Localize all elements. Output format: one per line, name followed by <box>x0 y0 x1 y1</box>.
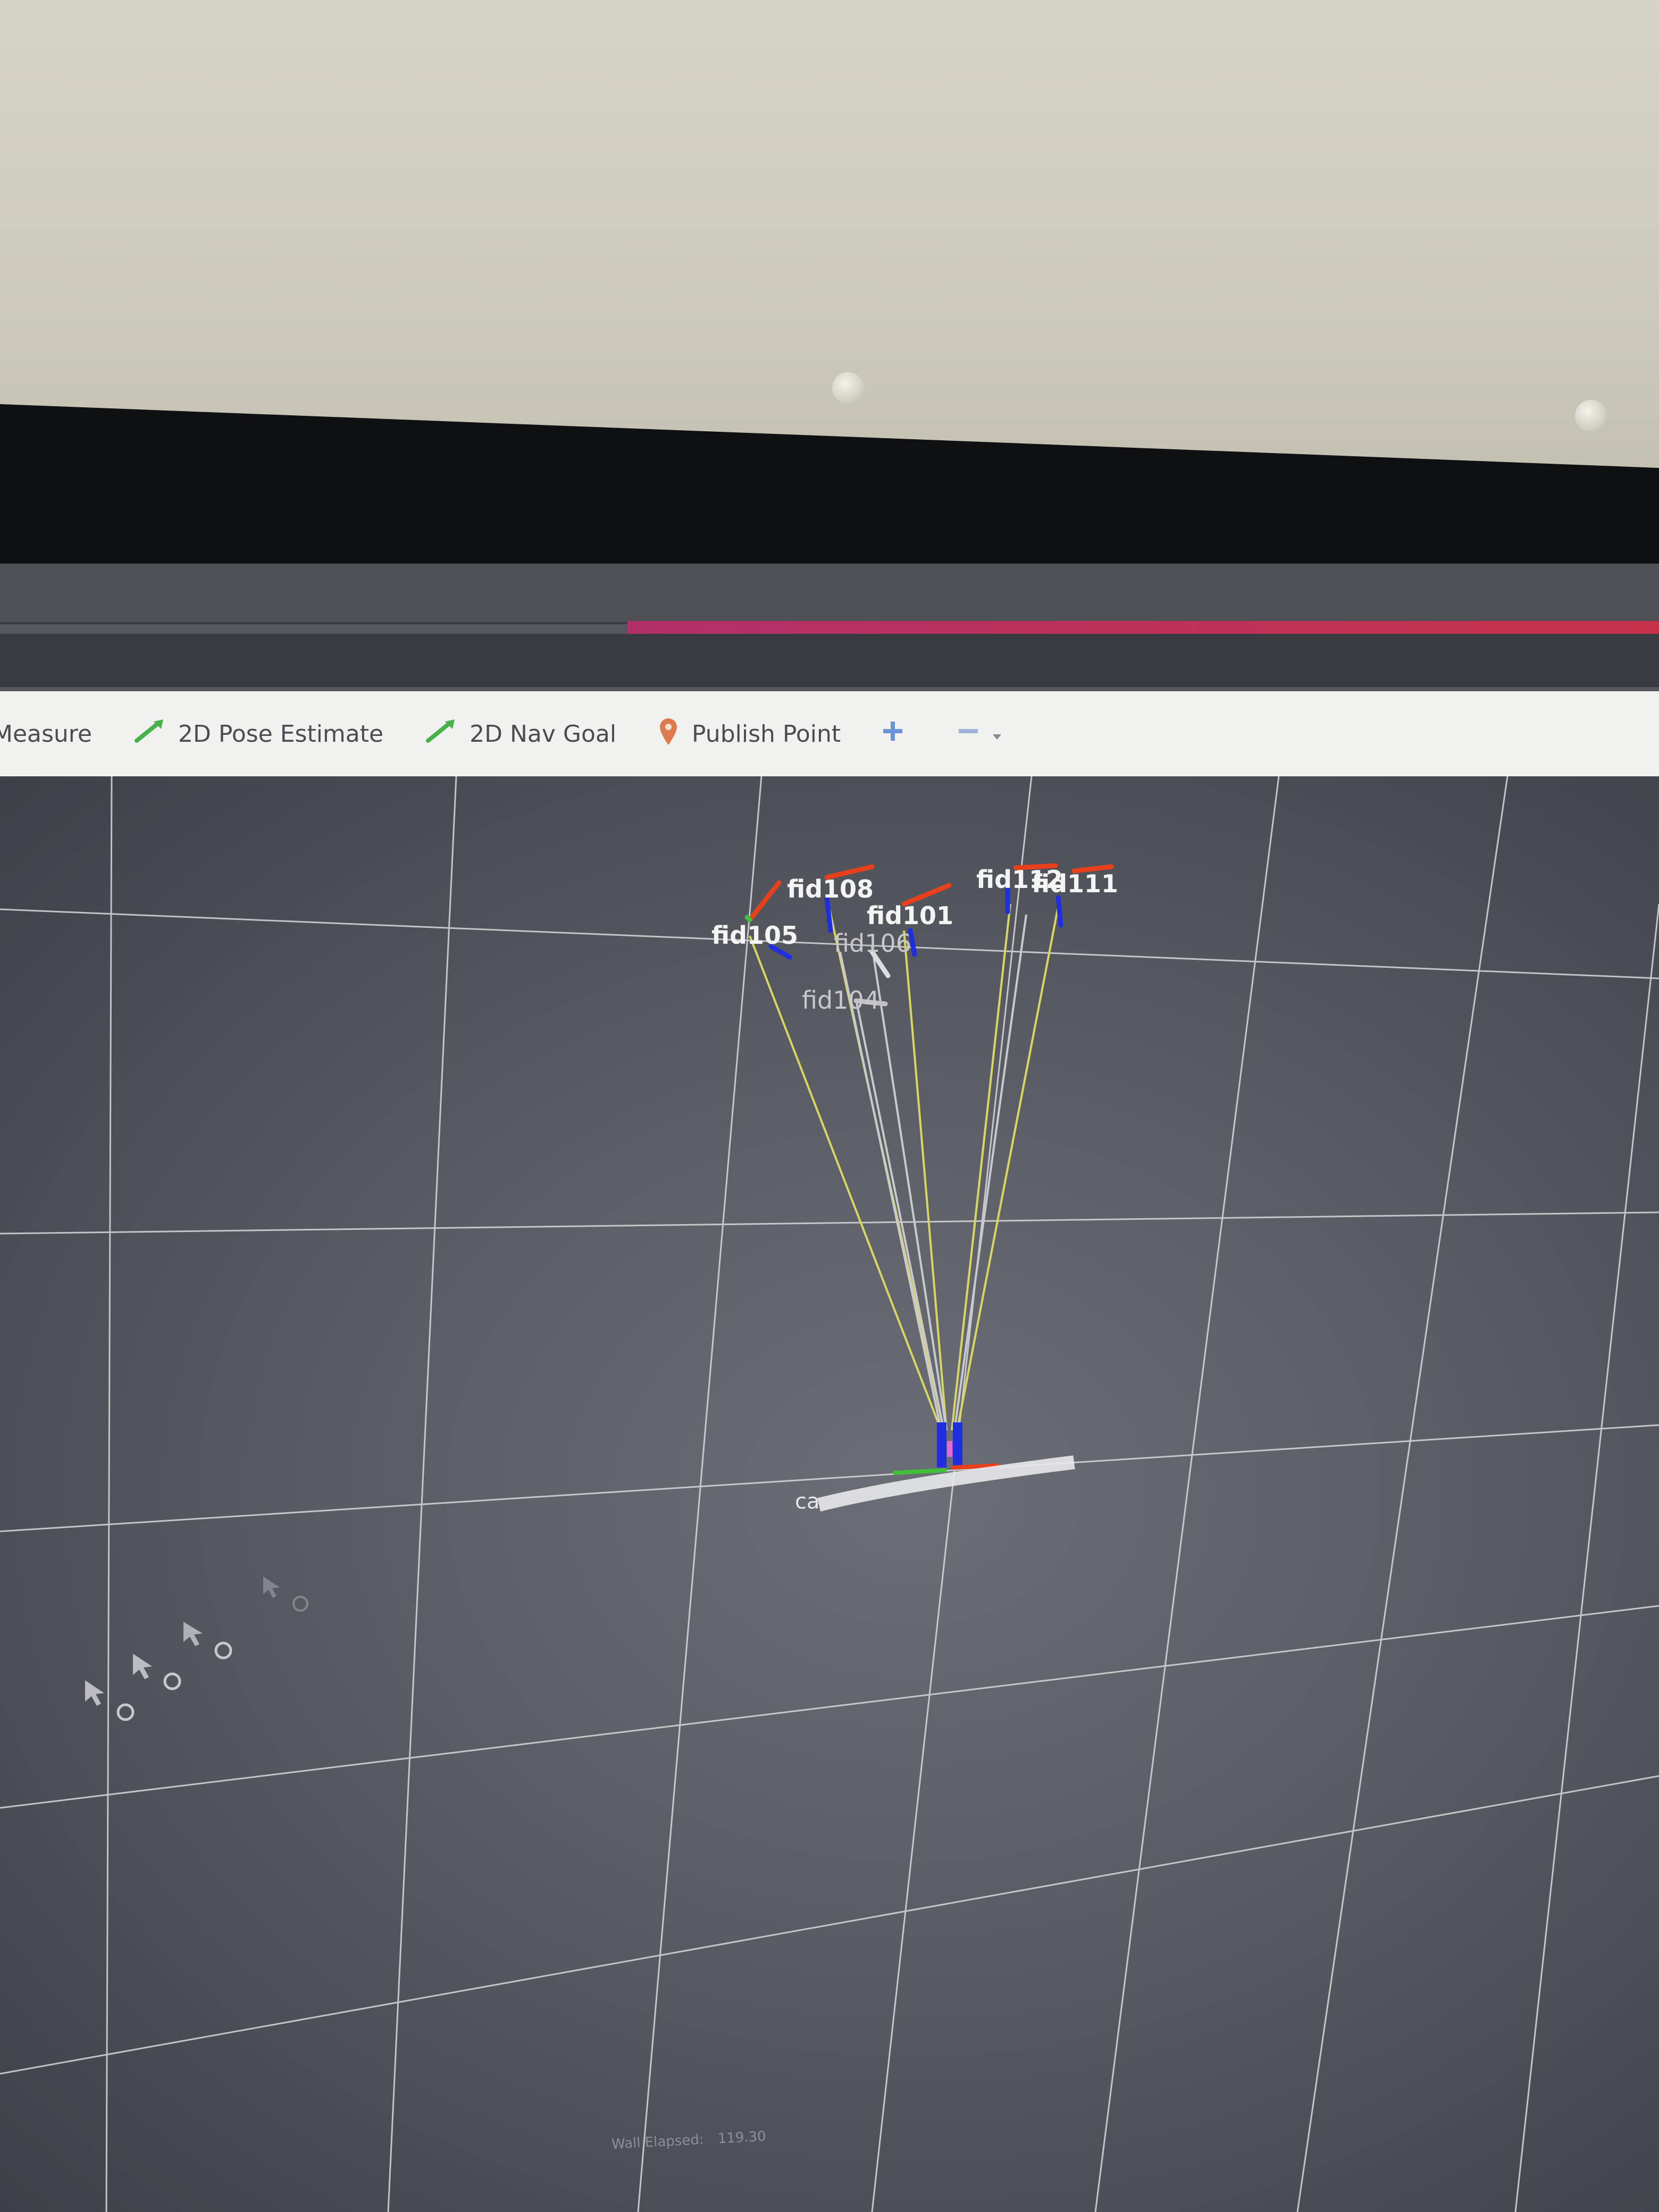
wall-screw <box>1575 400 1607 432</box>
camera-frame-label: ca <box>795 1489 820 1514</box>
marker-label-fid108: fid108 <box>787 875 874 903</box>
camera-frame: ca <box>795 1422 1075 1514</box>
3d-viewport[interactable]: fid108 fid105 fid101 fid106 fid104 fid11… <box>0 776 1659 2212</box>
marker-label-fid111: fid111 <box>1032 869 1118 898</box>
pose-estimate-tool[interactable]: 2D Pose Estimate <box>133 718 383 750</box>
publish-point-label: Publish Point <box>692 720 841 748</box>
remove-tool-button[interactable] <box>958 720 1015 748</box>
nav-goal-tool[interactable]: 2D Nav Goal <box>425 718 616 750</box>
wall-elapsed-value: 119.30 <box>717 2128 767 2147</box>
minus-icon <box>958 720 979 748</box>
green-arrow-icon <box>425 718 457 750</box>
map-pin-icon <box>658 716 679 752</box>
publish-point-tool[interactable]: Publish Point <box>658 716 841 752</box>
scene-canvas: fid108 fid105 fid101 fid106 fid104 fid11… <box>0 776 1659 2212</box>
green-arrow-icon <box>133 718 165 750</box>
add-tool-button[interactable] <box>882 720 916 748</box>
wall-screw <box>832 372 864 404</box>
window-top-bar <box>0 564 1659 624</box>
rviz-toolbar: Measure 2D Pose Estimate 2D Nav Goal Pub… <box>0 691 1659 778</box>
marker-label-fid106: fid106 <box>834 929 911 958</box>
ghost-cursors <box>85 1577 308 1721</box>
marker-label-fid105: fid105 <box>711 921 798 950</box>
measure-tool[interactable]: Measure <box>0 720 92 748</box>
detection-rays <box>749 903 1059 1431</box>
wall-background <box>0 0 1659 479</box>
window-accent-strip <box>627 621 1659 634</box>
window-title-strip <box>0 634 1659 687</box>
pose-estimate-label: 2D Pose Estimate <box>178 720 384 748</box>
chevron-down-icon[interactable] <box>992 720 1002 748</box>
plus-icon <box>882 720 903 748</box>
marker-label-fid101: fid101 <box>867 901 953 930</box>
marker-label-fid104: fid104 <box>802 986 879 1015</box>
nav-goal-label: 2D Nav Goal <box>470 720 617 748</box>
measure-tool-label: Measure <box>0 720 92 748</box>
